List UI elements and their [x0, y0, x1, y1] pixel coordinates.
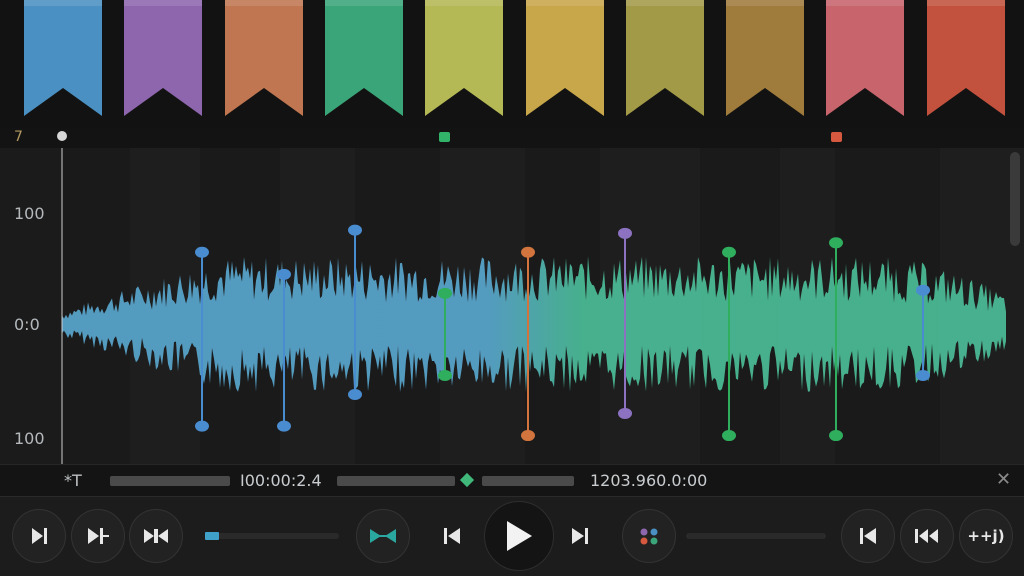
color-dots-icon — [640, 528, 658, 545]
volume-slider[interactable] — [205, 532, 339, 540]
y-tick-top: 100 — [14, 204, 45, 223]
marker-flag-9[interactable] — [826, 0, 905, 116]
previous-button[interactable] — [425, 509, 479, 563]
join-markers-button[interactable] — [129, 509, 183, 563]
zoom-slider[interactable] — [686, 533, 826, 539]
y-tick-zero: 0:0 — [14, 315, 40, 334]
position-time: I00:00:2.4 — [240, 471, 322, 490]
timeline-ruler: 7 — [0, 128, 1024, 148]
previous-icon — [444, 528, 460, 544]
color-menu-button[interactable] — [622, 509, 676, 563]
rewind-button[interactable] — [900, 509, 954, 563]
play-button[interactable] — [484, 501, 554, 571]
marker-flag-3[interactable] — [224, 0, 303, 116]
ruler-handle-red[interactable] — [831, 132, 842, 142]
transport-bar: ++j) — [0, 496, 1024, 576]
sync-icon: ++j) — [967, 527, 1005, 545]
skip-to-start-button[interactable] — [12, 509, 66, 563]
marker-flag-6[interactable] — [525, 0, 604, 116]
duration-time: 1203.960.0:00 — [590, 471, 708, 490]
waveform[interactable] — [0, 148, 1024, 464]
go-start-button[interactable] — [841, 509, 895, 563]
loop-toggle-button[interactable] — [356, 509, 410, 563]
track-prefix: *T — [64, 471, 82, 490]
ruler-label: 7 — [14, 129, 23, 145]
rewind-icon — [915, 529, 938, 543]
y-tick-bottom: 100 — [14, 429, 45, 448]
bowtie-teal-icon — [370, 529, 396, 543]
go-start-icon — [860, 528, 876, 544]
next-icon — [572, 528, 588, 544]
volume-slider-thumb[interactable] — [205, 532, 219, 540]
marker-flag-4[interactable] — [324, 0, 403, 116]
marker-flag-8[interactable] — [726, 0, 805, 116]
play-icon — [507, 521, 532, 551]
playhead-handle[interactable] — [57, 131, 67, 141]
step-forward-button[interactable] — [71, 509, 125, 563]
marker-flag-7[interactable] — [625, 0, 704, 116]
marker-bar — [0, 0, 1024, 128]
scroll-track-b[interactable] — [337, 476, 455, 486]
skip-start-icon — [32, 528, 47, 544]
marker-flag-2[interactable] — [124, 0, 203, 116]
close-icon[interactable]: ✕ — [996, 469, 1011, 490]
marker-flag-5[interactable] — [425, 0, 504, 116]
bowtie-icon — [144, 529, 168, 543]
vertical-scrollbar[interactable] — [1010, 152, 1020, 246]
ruler-handle-green[interactable] — [439, 132, 450, 142]
marker-flag-10[interactable] — [926, 0, 1005, 116]
waveform-view[interactable]: 100 0:0 100 — [0, 148, 1024, 464]
sync-button[interactable]: ++j) — [959, 509, 1013, 563]
info-bar: *T I00:00:2.4 1203.960.0:00 ✕ — [0, 464, 1024, 496]
scroll-track-a[interactable] — [110, 476, 230, 486]
scroll-track-c[interactable] — [482, 476, 574, 486]
step-forward-icon — [88, 528, 109, 544]
marker-flag-1[interactable] — [24, 0, 102, 116]
next-button[interactable] — [553, 509, 607, 563]
